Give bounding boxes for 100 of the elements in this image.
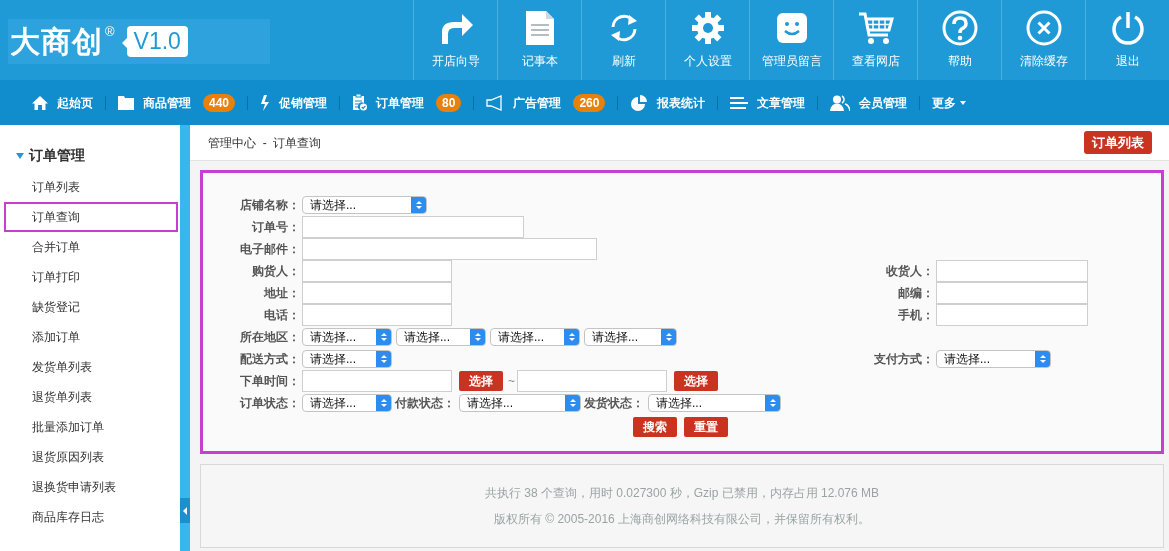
collapse-handle[interactable] (180, 498, 190, 523)
field-label: 店铺名称： (239, 197, 300, 214)
sidebar-item[interactable]: 订单列表 (4, 172, 178, 202)
breadcrumb: 管理中心 - 订单查询 (208, 134, 322, 152)
text-input-field[interactable] (936, 304, 1088, 326)
users-icon (830, 94, 851, 111)
footer-text: 版权所有 © 2005-2016 上海商创网络科技有限公司，并保留所有权利。 (493, 511, 871, 528)
power-icon (1109, 10, 1146, 46)
text-input-field[interactable] (517, 370, 667, 392)
field-label: 付款状态： (395, 395, 455, 412)
toolbar-button[interactable]: 记事本 (497, 0, 581, 80)
field-label: 发货状态： (584, 395, 644, 412)
text-input-field[interactable] (302, 282, 452, 304)
nav-link[interactable]: 更多 (932, 93, 967, 112)
select-field[interactable]: 请选择... (302, 328, 392, 346)
pie-chart-icon (630, 94, 649, 111)
nav-link[interactable]: 商品管理 (118, 93, 191, 112)
stepper-icon (565, 395, 580, 411)
count-badge: 440 (203, 93, 236, 112)
field-label: 收货人： (885, 263, 934, 280)
stepper-icon (765, 395, 780, 411)
nav-link[interactable]: 起始页 (32, 93, 93, 112)
home-icon (32, 94, 48, 111)
select-field[interactable]: 请选择... (936, 350, 1051, 368)
stepper-icon (1035, 351, 1050, 367)
clipboard-check-icon (352, 94, 368, 111)
close-circle-icon (1025, 10, 1062, 46)
smiley-message-icon (775, 12, 808, 44)
sidebar-item[interactable]: 发货单列表 (4, 352, 178, 382)
stepper-icon (470, 329, 485, 345)
field-label: 电话： (263, 307, 300, 324)
select-field[interactable]: 请选择... (490, 328, 580, 346)
field-label: 支付方式： (873, 351, 934, 368)
select-field[interactable]: 请选择... (302, 394, 392, 412)
select-field[interactable]: 请选择... (648, 394, 781, 412)
sidebar-item[interactable]: 缺货登记 (4, 292, 178, 322)
notepad-icon (524, 10, 555, 46)
sidebar-item[interactable]: 批量添加订单 (4, 412, 178, 442)
shopping-cart-icon (857, 11, 894, 45)
stepper-icon (376, 395, 391, 411)
field-label: 订单号： (250, 219, 300, 236)
sidebar-item[interactable]: 订单打印 (4, 262, 178, 292)
field-label: 邮编： (897, 285, 934, 302)
settings-icon (690, 11, 725, 45)
sidebar-item[interactable]: 商品库存日志 (4, 502, 178, 532)
action-button[interactable]: 选择 (674, 371, 718, 391)
registered-mark: ® (105, 23, 115, 41)
order-list-button[interactable]: 订单列表 (1084, 131, 1152, 154)
megaphone-icon (486, 94, 505, 111)
sidebar-item[interactable]: 合并订单 (4, 232, 178, 262)
help-icon (941, 10, 978, 46)
field-label: 所在地区： (239, 329, 300, 346)
text-input-field[interactable] (302, 370, 452, 392)
text-input-field[interactable] (302, 304, 452, 326)
text-input-field[interactable] (302, 238, 597, 260)
stepper-icon (564, 329, 579, 345)
action-button[interactable]: 重置 (684, 417, 728, 437)
field-label: 配送方式： (239, 351, 300, 368)
field-label: 购货人： (251, 263, 300, 280)
sidebar-item[interactable]: 添加订单 (4, 322, 178, 352)
select-field[interactable]: 请选择... (302, 196, 427, 214)
text-input-field[interactable] (302, 260, 452, 282)
select-field[interactable]: 请选择... (459, 394, 581, 412)
stepper-icon (411, 197, 426, 213)
field-label: 地址： (262, 285, 300, 302)
sidebar-item[interactable]: 退货原因列表 (4, 442, 178, 472)
text-input-field[interactable] (302, 216, 524, 238)
nav-link[interactable]: 会员管理 (830, 93, 908, 112)
sidebar-item[interactable]: 订单查询 (4, 202, 178, 232)
nav-link[interactable]: 促销管理 (260, 93, 328, 112)
footer-text: 共执行 38 个查询，用时 0.027300 秒，Gzip 已禁用，内存占用 12.076 MB (484, 485, 880, 502)
sidebar-item[interactable]: 退货单列表 (4, 382, 178, 412)
stepper-icon (376, 351, 391, 367)
nav-link[interactable]: 广告管理 (486, 93, 562, 112)
folder-icon (118, 95, 134, 110)
field-label: 订单状态： (238, 395, 300, 412)
nav-link[interactable]: 文章管理 (730, 93, 806, 112)
field-label: 电子邮件： (239, 241, 300, 258)
text-input-field[interactable] (936, 282, 1088, 304)
nav-link[interactable]: 订单管理 (352, 93, 425, 112)
stepper-icon (376, 329, 391, 345)
action-button[interactable]: 搜索 (633, 417, 677, 437)
lightning-icon (260, 94, 271, 111)
select-field[interactable]: 请选择... (302, 350, 392, 368)
count-badge: 80 (436, 93, 462, 112)
sidebar-section-title: 订单管理 (29, 146, 85, 165)
field-label: 手机： (897, 307, 934, 324)
range-separator: ~ (508, 373, 515, 390)
text-input-field[interactable] (936, 260, 1088, 282)
action-button[interactable]: 选择 (459, 371, 503, 391)
stepper-icon (661, 329, 676, 345)
sidebar-item[interactable]: 退换货申请列表 (4, 472, 178, 502)
select-field[interactable]: 请选择... (396, 328, 486, 346)
text-lines-icon (730, 96, 749, 109)
nav-link[interactable]: 报表统计 (630, 93, 706, 112)
toolbar-button[interactable]: 管理员留言 (749, 0, 833, 80)
select-field[interactable]: 请选择... (584, 328, 677, 346)
field-label: 下单时间： (239, 373, 300, 390)
count-badge: 260 (573, 93, 606, 112)
logo-text: 大商创 (10, 26, 103, 57)
